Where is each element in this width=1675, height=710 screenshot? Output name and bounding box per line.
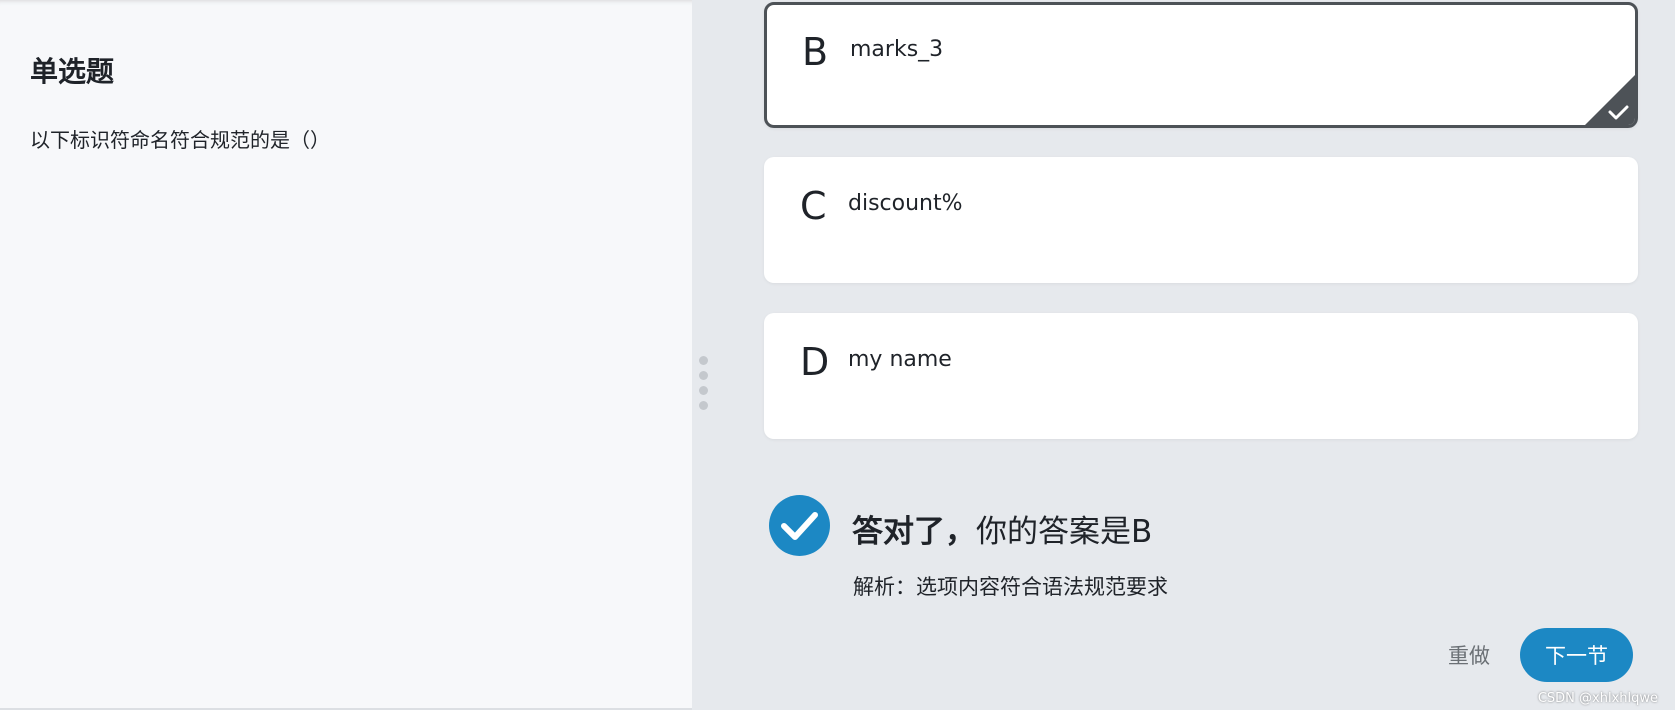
explanation-text: 解析：选项内容符合语法规范要求 [853, 575, 1168, 599]
option-text: discount% [848, 191, 963, 216]
redo-button[interactable]: 重做 [1448, 640, 1490, 670]
option-b[interactable]: B marks_3 [764, 2, 1638, 128]
option-letter: B [802, 30, 829, 74]
next-section-button[interactable]: 下一节 [1520, 628, 1633, 682]
question-text: 以下标识符命名符合规范的是（） [30, 128, 330, 152]
option-letter: D [800, 340, 830, 384]
result-title: 答对了，你的答案是B [852, 506, 1152, 551]
handle-dot [699, 371, 708, 380]
question-panel: 单选题 以下标识符命名符合规范的是（） [0, 0, 692, 710]
result-status: 答对了， [852, 514, 976, 550]
handle-dot [699, 386, 708, 395]
question-type-title: 单选题 [30, 55, 115, 88]
option-text: my name [848, 347, 952, 372]
option-letter: C [800, 184, 827, 228]
check-circle-icon [769, 495, 830, 556]
selected-check-icon [1585, 75, 1635, 125]
option-c[interactable]: C discount% [764, 157, 1638, 283]
option-text: marks_3 [850, 37, 944, 62]
handle-dot [699, 401, 708, 410]
result-answer: 你的答案是B [976, 514, 1153, 550]
option-d[interactable]: D my name [764, 313, 1638, 439]
resize-handle[interactable] [699, 356, 709, 414]
handle-dot [699, 356, 708, 365]
watermark: CSDN @xhlxhlqwe [1537, 691, 1658, 706]
